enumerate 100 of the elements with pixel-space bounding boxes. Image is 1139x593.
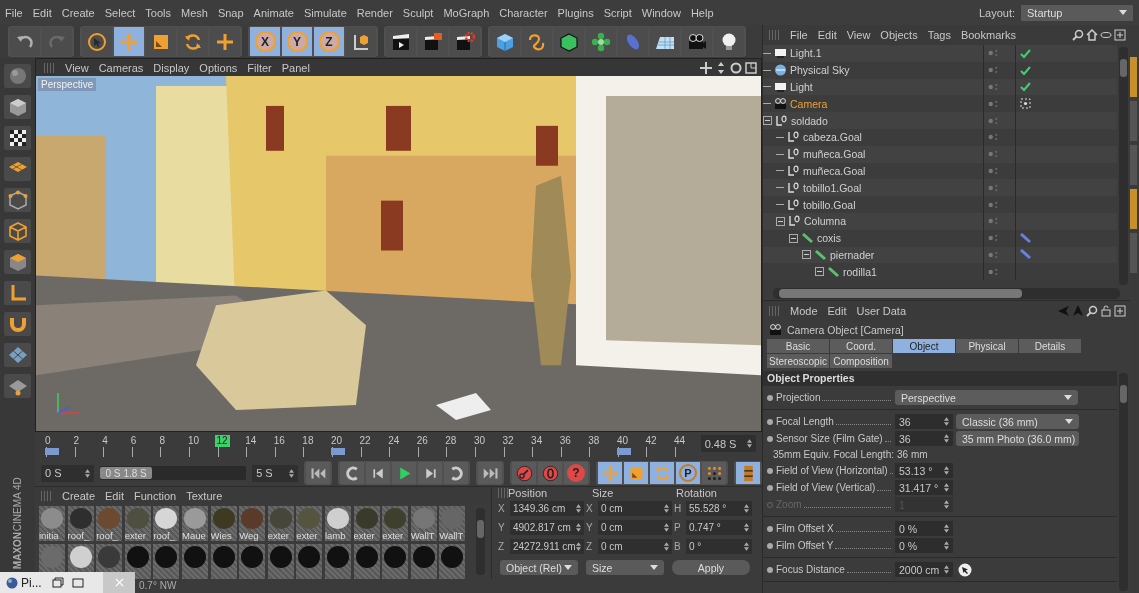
- next-key-button[interactable]: [444, 462, 468, 484]
- material-tile[interactable]: roof_: [153, 506, 180, 541]
- coordinate-mode-dropdown[interactable]: Object (Rel): [500, 560, 578, 575]
- number-field[interactable]: 2000 cm: [895, 562, 953, 577]
- render-pv-button[interactable]: [418, 27, 448, 56]
- objects-menu-item[interactable]: File: [785, 29, 813, 41]
- panel-grip[interactable]: [44, 62, 54, 73]
- new-panel-icon[interactable]: [1114, 305, 1126, 317]
- scrollbar[interactable]: [1119, 47, 1128, 285]
- material-menu-item[interactable]: Texture: [181, 489, 228, 502]
- object-name[interactable]: Columna: [804, 215, 847, 228]
- visibility-dots-icon[interactable]: [988, 249, 999, 260]
- undo-button[interactable]: [10, 27, 40, 56]
- attributes-menu-item[interactable]: Edit: [822, 305, 852, 317]
- visibility-dots-icon[interactable]: [988, 216, 999, 227]
- viewport-menu-item[interactable]: Options: [194, 61, 243, 74]
- orbit-icon[interactable]: [730, 61, 742, 74]
- object-name[interactable]: muñeca.Goal: [803, 148, 866, 161]
- material-tile[interactable]: exter: [382, 506, 409, 541]
- material-tile[interactable]: [267, 544, 294, 579]
- viewport-menu-item[interactable]: Panel: [276, 61, 315, 74]
- menu-item[interactable]: Character: [494, 6, 553, 19]
- visibility-dots-icon[interactable]: [988, 149, 999, 160]
- visibility-dots-icon[interactable]: [988, 65, 999, 76]
- new-panel-icon[interactable]: [1114, 29, 1126, 41]
- recent-button[interactable]: [210, 27, 240, 56]
- object-name[interactable]: tobillo.Goal: [803, 198, 856, 211]
- keyframe-marker[interactable]: [616, 448, 631, 455]
- dropdown[interactable]: Classic (36 mm): [956, 414, 1079, 429]
- checkmark-icon[interactable]: [1020, 64, 1031, 76]
- prev-key-button[interactable]: [340, 462, 364, 484]
- objects-menu-item[interactable]: View: [841, 29, 876, 41]
- visibility-dots-icon[interactable]: [988, 233, 999, 244]
- checkmark-icon[interactable]: [1020, 81, 1031, 93]
- menu-item[interactable]: Script: [598, 6, 637, 19]
- playhead[interactable]: 12: [214, 435, 230, 447]
- tab[interactable]: Stereoscopic: [767, 354, 829, 368]
- keyframe-marker[interactable]: [45, 448, 59, 455]
- material-tile[interactable]: [210, 544, 237, 579]
- viewport-menu-item[interactable]: Display: [148, 61, 195, 74]
- material-tile[interactable]: [353, 544, 380, 579]
- timeline-button[interactable]: [736, 462, 760, 484]
- floor-button[interactable]: [650, 27, 680, 56]
- eye-icon[interactable]: [1100, 29, 1112, 41]
- ik-tag-icon[interactable]: [1020, 232, 1031, 244]
- scrollbar[interactable]: [773, 288, 1120, 299]
- size-field[interactable]: 0 cm: [598, 520, 672, 535]
- visibility-dots-icon[interactable]: [988, 132, 999, 143]
- menu-item[interactable]: Tools: [140, 6, 176, 19]
- viewport-menu-item[interactable]: Filter: [242, 61, 277, 74]
- visibility-dots-icon[interactable]: [988, 165, 999, 176]
- menu-item[interactable]: Help: [685, 6, 719, 19]
- array-button[interactable]: [586, 27, 616, 56]
- object-row[interactable]: Light.1: [763, 45, 1117, 62]
- object-name[interactable]: Light.1: [790, 47, 822, 60]
- material-tile[interactable]: exter: [353, 506, 380, 541]
- animation-dot[interactable]: [767, 566, 773, 573]
- object-name[interactable]: piernader: [830, 248, 875, 261]
- position-field[interactable]: 4902.817 cm: [510, 520, 584, 535]
- animation-dot[interactable]: [767, 525, 773, 532]
- number-field[interactable]: 31.417 °: [895, 480, 953, 495]
- collapse-icon[interactable]: [776, 216, 785, 226]
- material-tile[interactable]: exter: [296, 506, 323, 541]
- help-button[interactable]: ?: [564, 462, 588, 484]
- rotation-field[interactable]: 0 °: [686, 539, 752, 554]
- number-field[interactable]: 53.13 °: [895, 463, 953, 478]
- scrollbar[interactable]: [1119, 373, 1128, 591]
- dropdown[interactable]: Perspective: [895, 390, 1078, 405]
- animation-dot[interactable]: [767, 467, 773, 474]
- material-tile[interactable]: roof_: [96, 506, 123, 541]
- menu-item[interactable]: Plugins: [552, 6, 599, 19]
- maximize-icon[interactable]: [745, 61, 757, 74]
- tab[interactable]: Basic: [767, 339, 829, 353]
- object-row[interactable]: tobillo1.Goal: [763, 179, 1117, 197]
- pan-icon[interactable]: [700, 61, 712, 74]
- collapse-icon[interactable]: [815, 267, 824, 277]
- tab[interactable]: Composition: [830, 354, 892, 368]
- visibility-dots-icon[interactable]: [988, 182, 999, 193]
- number-field[interactable]: 36: [895, 431, 953, 446]
- record-button[interactable]: [512, 462, 536, 484]
- camera-button[interactable]: [682, 27, 712, 56]
- object-name[interactable]: rodilla1: [843, 265, 877, 278]
- scrollbar[interactable]: [476, 508, 485, 575]
- rotation-field[interactable]: 0.747 °: [686, 520, 752, 535]
- menu-item[interactable]: Snap: [212, 6, 249, 19]
- nurbs-button[interactable]: [554, 27, 584, 56]
- current-time-field[interactable]: 0.48 S: [700, 435, 756, 452]
- material-menu-item[interactable]: Edit: [100, 489, 129, 502]
- attributes-menu-item[interactable]: User Data: [851, 305, 912, 317]
- panel-grip[interactable]: [498, 488, 508, 498]
- collapse-icon[interactable]: [802, 250, 811, 260]
- visibility-dots-icon[interactable]: [988, 199, 999, 210]
- material-tile[interactable]: WallT: [439, 506, 466, 541]
- first-button[interactable]: [306, 462, 330, 484]
- size-mode-dropdown[interactable]: Size: [586, 560, 664, 575]
- visibility-dots-icon[interactable]: [988, 48, 999, 59]
- menu-item[interactable]: Window: [636, 6, 686, 19]
- material-tile[interactable]: [324, 544, 351, 579]
- keyframe-marker[interactable]: [330, 448, 345, 455]
- material-tile[interactable]: exter: [267, 506, 294, 541]
